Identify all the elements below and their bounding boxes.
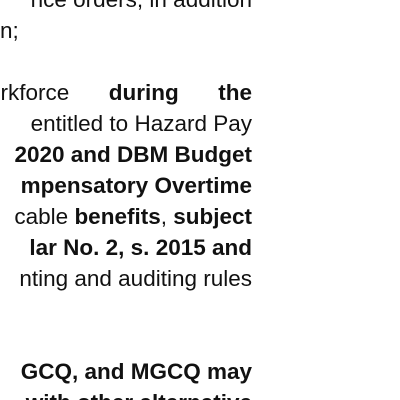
bold-text-fragment: subject — [173, 204, 252, 229]
text-line: mpensatory Overtime — [0, 170, 252, 201]
bold-text-fragment: benefits — [74, 204, 161, 229]
text-line: orkforce during the — [0, 77, 252, 108]
bold-text-fragment: lar No. 2, s. 2015 and — [29, 235, 252, 260]
paragraph-spacing — [0, 46, 252, 77]
paragraph-2: orkforce during the entitled to Hazard P… — [0, 77, 252, 294]
bold-text-fragment: mpensatory Overtime — [20, 173, 252, 198]
text-line: lar No. 2, s. 2015 and — [0, 232, 252, 263]
text-fragment: , — [160, 204, 174, 229]
text-line: GCQ, and MGCQ may — [0, 356, 252, 387]
text-line: cable benefits, subject — [0, 201, 252, 232]
text-line: nce orders, in addition — [0, 0, 252, 15]
paragraph-3: GCQ, and MGCQ may with other alternative — [0, 356, 252, 400]
text-fragment: orkforce — [0, 80, 109, 105]
text-line: with other alternative — [0, 387, 252, 400]
text-fragment: cable — [14, 204, 75, 229]
paragraph-1: nce orders, in addition n; — [0, 0, 252, 46]
text-line: nting and auditing rules — [19, 266, 252, 291]
bold-text-fragment: with other alternative — [26, 390, 252, 400]
document-text-column: nce orders, in addition n; orkforce duri… — [0, 0, 252, 400]
text-line: 2020 and DBM Budget — [0, 139, 252, 170]
text-line: entitled to Hazard Pay — [30, 111, 252, 136]
paragraph-spacing — [0, 294, 252, 356]
bold-text-fragment: 2020 and DBM Budget — [14, 142, 252, 167]
document-page: nce orders, in addition n; orkforce duri… — [0, 0, 400, 400]
bold-text-fragment: GCQ, and MGCQ may — [20, 359, 252, 384]
bold-text-fragment: during the — [108, 80, 252, 105]
text-line: n; — [0, 18, 19, 43]
